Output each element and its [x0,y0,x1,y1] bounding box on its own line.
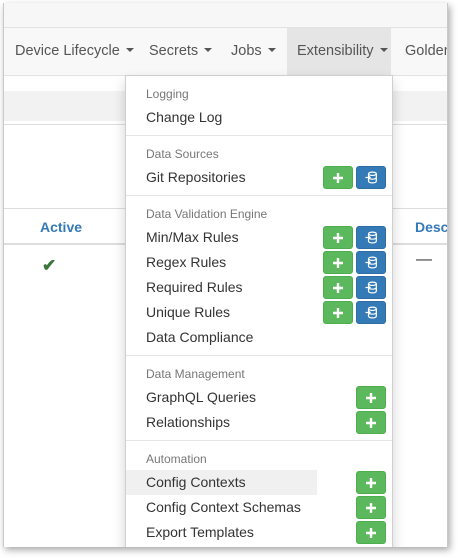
menu-item-label: Data Compliance [146,329,254,345]
plus-icon [366,527,376,538]
menu-item-label: Git Repositories [146,169,246,185]
caret-down-icon [204,48,213,53]
navbar: Device Lifecycle Secrets Jobs Extensibil… [4,28,447,76]
item-actions [353,385,386,410]
item-actions [353,495,386,520]
menu-item-regex-rules[interactable]: Regex Rules [126,250,392,275]
item-actions [353,410,386,435]
menu-item-graphql-queries[interactable]: GraphQL Queries [126,385,392,410]
import-icon [364,171,377,184]
item-actions [320,250,386,275]
menu-item-config-context-schemas[interactable]: Config Context Schemas [126,495,392,520]
add-button[interactable] [323,166,353,189]
item-actions [320,275,386,300]
menu-item-change-log[interactable]: Change Log [126,105,392,130]
menu-item-label: Config Contexts [146,474,246,490]
add-button[interactable] [356,386,386,409]
menu-item-config-contexts[interactable]: Config Contexts [126,470,386,495]
menu-item-label: Config Context Schemas [146,499,301,515]
nav-label: Secrets [149,43,199,59]
item-actions [353,520,386,545]
menu-item-label: Change Log [146,109,223,125]
plus-icon [333,307,343,318]
add-button[interactable] [356,411,386,434]
extensibility-dropdown-menu: Logging Change Log Data Sources Git Repo… [125,75,393,547]
section-header: Data Validation Engine [146,207,268,221]
plus-icon [333,282,343,293]
menu-item-label: Required Rules [146,279,243,295]
nav-label: Jobs [231,43,262,59]
item-actions [320,165,386,190]
section-header: Logging [146,87,189,101]
menu-item-unique-rules[interactable]: Unique Rules [126,300,392,325]
menu-item-label: Relationships [146,414,231,430]
caret-down-icon [125,48,134,53]
add-button[interactable] [356,496,386,519]
import-icon [364,256,377,269]
menu-item-git-repositories[interactable]: Git Repositories [126,165,392,190]
nav-secrets[interactable]: Secrets [149,28,213,75]
nav-label: Extensibility [297,43,374,59]
caret-down-icon [379,48,388,53]
plus-icon [333,257,343,268]
menu-item-required-rules[interactable]: Required Rules [126,275,392,300]
menu-item-label: Regex Rules [146,254,227,270]
menu-item-data-compliance[interactable]: Data Compliance [126,325,392,350]
menu-item-label: Unique Rules [146,304,231,320]
nav-device-lifecycle[interactable]: Device Lifecycle [15,28,134,75]
add-button[interactable] [323,276,353,299]
section-header: Automation [146,452,207,466]
plus-icon [333,232,343,243]
add-button[interactable] [356,471,386,494]
menu-section-data-management: Data Management GraphQL Queries Relation… [126,356,392,441]
import-button[interactable] [356,251,386,274]
menu-section-data-sources: Data Sources Git Repositories [126,136,392,196]
checkmark-icon: ✔ [42,256,57,275]
plus-icon [366,477,376,488]
add-button[interactable] [323,251,353,274]
add-button[interactable] [323,301,353,324]
item-actions [320,225,386,250]
plus-icon [366,502,376,513]
section-header: Data Sources [146,147,219,161]
menu-item-label: GraphQL Queries [146,389,256,405]
menu-item-label: Export Templates [146,524,254,540]
add-button[interactable] [356,521,386,544]
import-button[interactable] [356,301,386,324]
browser-window: Device Lifecycle Secrets Jobs Extensibil… [3,3,448,547]
column-header-description[interactable]: Desc [415,219,447,235]
section-header: Data Management [146,367,245,381]
menu-item-min-max-rules[interactable]: Min/Max Rules [126,225,392,250]
plus-icon [333,172,343,183]
menu-section-automation: Automation Config Contexts Config Contex… [126,441,392,547]
import-button[interactable] [356,166,386,189]
import-button[interactable] [356,226,386,249]
item-actions [320,300,386,325]
import-icon [364,281,377,294]
nav-golden[interactable]: Golden [405,28,448,75]
menu-item-relationships[interactable]: Relationships [126,410,392,435]
import-icon [364,231,377,244]
nav-jobs[interactable]: Jobs [231,28,276,75]
menu-section-logging: Logging Change Log [126,76,392,136]
description-cell: — [416,251,432,268]
import-icon [364,306,377,319]
caret-down-icon [267,48,276,53]
menu-item-label: Min/Max Rules [146,229,239,245]
menu-item-export-templates[interactable]: Export Templates [126,520,392,545]
add-button[interactable] [323,226,353,249]
column-header-active[interactable]: Active [40,219,82,235]
nav-label: Device Lifecycle [15,43,120,59]
import-button[interactable] [356,276,386,299]
plus-icon [366,392,376,403]
menu-section-data-validation-engine: Data Validation Engine Min/Max Rules Reg… [126,196,392,356]
plus-icon [366,417,376,428]
nav-extensibility[interactable]: Extensibility [287,28,391,75]
top-strip [4,3,447,28]
item-actions [353,470,386,495]
nav-label: Golden [405,43,448,59]
